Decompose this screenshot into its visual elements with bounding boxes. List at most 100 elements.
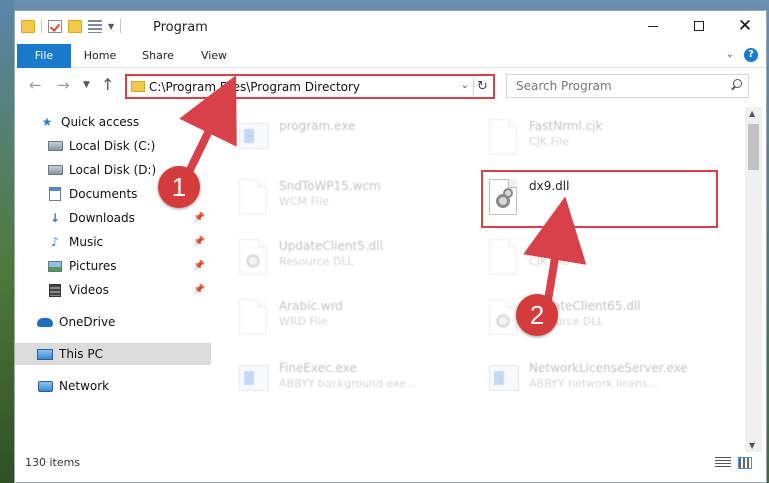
- pin-icon[interactable]: 📌: [194, 213, 205, 223]
- file-icon: [237, 297, 269, 337]
- dll-icon: [489, 299, 517, 335]
- network-icon: [37, 379, 53, 393]
- step-1-badge: 1: [158, 166, 200, 208]
- toolbar-separator: [120, 19, 122, 33]
- window-title: Program: [153, 20, 208, 35]
- minimize-icon: [648, 25, 658, 27]
- back-arrow-icon[interactable]: ←: [29, 76, 42, 94]
- file-type: WRD File: [279, 315, 328, 328]
- gear-icon: [246, 254, 260, 268]
- tab-view[interactable]: View: [195, 44, 233, 68]
- forward-arrow-icon[interactable]: →: [57, 76, 70, 94]
- download-icon: ↓: [49, 211, 61, 225]
- file-item[interactable]: CJK File: [481, 235, 716, 283]
- disk-icon: [47, 163, 63, 177]
- address-path[interactable]: C:\Program Files\Program Directory: [149, 80, 360, 94]
- address-bar[interactable]: C:\Program Files\Program Directory ⌄ ↻: [125, 74, 495, 99]
- file-item[interactable]: FastNrml.cjk CJK File: [481, 115, 716, 163]
- network-icon: [37, 380, 53, 392]
- file-icon: [487, 117, 519, 157]
- file-icon: [489, 239, 517, 275]
- file-item[interactable]: Arabic.wrd WRD File: [231, 295, 466, 343]
- file-name: NetworkLicenseServer.exe: [529, 361, 688, 375]
- pin-icon[interactable]: 📌: [194, 237, 205, 247]
- pictures-icon: [48, 260, 62, 272]
- sidebar-item-label: Downloads: [69, 211, 135, 225]
- file-name: FastNrml.cjk: [529, 119, 603, 133]
- help-icon[interactable]: ?: [744, 48, 758, 62]
- details-view-icon[interactable]: [715, 457, 731, 469]
- customize-toolbar-dropdown-icon[interactable]: ▼: [108, 22, 114, 31]
- vertical-scrollbar[interactable]: ▲ ▼: [745, 107, 762, 452]
- file-name: UpdateClient5.dll: [279, 239, 383, 253]
- file-type: WCM File: [279, 195, 329, 208]
- file-name: program.exe: [279, 119, 356, 133]
- search-icon[interactable]: [730, 79, 742, 91]
- sidebar-item-network[interactable]: Network: [15, 375, 211, 397]
- address-dropdown-icon[interactable]: ⌄: [461, 80, 469, 91]
- ribbon-tabs: File Home Share View ⌄ ?: [15, 44, 766, 68]
- large-icons-view-icon[interactable]: [738, 457, 752, 469]
- maximize-button[interactable]: [676, 11, 722, 41]
- tab-share[interactable]: Share: [137, 44, 179, 68]
- sidebar-item-quick-access[interactable]: ★ Quick access: [15, 111, 211, 133]
- minimize-button[interactable]: [630, 11, 676, 41]
- refresh-icon[interactable]: ↻: [473, 78, 491, 95]
- disk-icon: [47, 165, 63, 175]
- sidebar-item-label: OneDrive: [59, 315, 116, 329]
- pictures-icon: [47, 259, 63, 273]
- file-type: Resource DLL: [279, 255, 354, 268]
- file-item[interactable]: FineExec.exe ABBYY background exe...: [231, 357, 466, 405]
- exe-icon: [237, 117, 269, 157]
- disk-icon: [47, 141, 63, 151]
- item-count: 130 items: [25, 456, 81, 469]
- pin-icon[interactable]: 📌: [194, 261, 205, 271]
- navigation-bar: ← → ▼ ↑ C:\Program Files\Program Directo…: [15, 69, 766, 103]
- sidebar-item-music[interactable]: ♪ Music 📌: [15, 231, 211, 253]
- navigation-pane: ★ Quick access Local Disk (C:) Local Dis…: [15, 107, 211, 452]
- sidebar-item-onedrive[interactable]: OneDrive: [15, 311, 211, 333]
- sidebar-item-label: This PC: [59, 347, 103, 361]
- properties-check-icon[interactable]: [48, 19, 62, 33]
- videos-icon: [47, 283, 63, 297]
- file-type: ABBYY network licens...: [529, 377, 659, 390]
- scroll-up-arrow-icon[interactable]: ▲: [749, 109, 755, 118]
- exe-icon: [239, 365, 269, 391]
- file-item[interactable]: NetworkLicenseServer.exe ABBYY network l…: [481, 357, 716, 405]
- sidebar-item-videos[interactable]: Videos 📌: [15, 279, 211, 301]
- exe-icon: [237, 359, 269, 399]
- tab-file[interactable]: File: [17, 44, 71, 68]
- file-item[interactable]: UpdateClient5.dll Resource DLL: [231, 235, 466, 283]
- computer-icon: [37, 347, 53, 361]
- close-button[interactable]: ✕: [722, 11, 768, 41]
- new-folder-icon[interactable]: [68, 19, 82, 33]
- title-bar: ▼ Program ✕: [15, 11, 766, 44]
- file-item[interactable]: SndToWP15.wcm WCM File: [231, 175, 466, 223]
- sidebar-item-downloads[interactable]: ↓ Downloads 📌: [15, 207, 211, 229]
- scrollbar-thumb[interactable]: [748, 124, 759, 170]
- pin-icon[interactable]: 📌: [194, 285, 205, 295]
- file-icon: [489, 119, 517, 155]
- address-folder-icon: [131, 81, 145, 92]
- file-item[interactable]: program.exe: [231, 115, 466, 163]
- desktop-background-left: [0, 0, 14, 483]
- status-bar: 130 items: [15, 452, 766, 482]
- sidebar-item-this-pc[interactable]: This PC: [15, 343, 211, 365]
- search-input[interactable]: Search Program: [506, 74, 749, 98]
- computer-icon: [37, 348, 53, 360]
- file-icon: [239, 179, 267, 215]
- sidebar-item-local-disk-c[interactable]: Local Disk (C:): [15, 135, 211, 157]
- expand-ribbon-chevron-icon[interactable]: ⌄: [726, 49, 734, 60]
- sidebar-item-pictures[interactable]: Pictures 📌: [15, 255, 211, 277]
- exe-icon: [487, 359, 519, 399]
- properties-icon[interactable]: [88, 19, 102, 33]
- file-type: CJK File: [529, 255, 570, 268]
- recent-locations-dropdown-icon[interactable]: ▼: [83, 80, 90, 90]
- file-type: ABBYY background exe...: [279, 377, 417, 390]
- file-icon: [239, 299, 267, 335]
- scroll-down-arrow-icon[interactable]: ▼: [749, 441, 755, 450]
- tab-home[interactable]: Home: [77, 44, 123, 68]
- file-name: Arabic.wrd: [279, 299, 344, 313]
- up-arrow-icon[interactable]: ↑: [101, 75, 114, 94]
- document-icon: [49, 187, 61, 201]
